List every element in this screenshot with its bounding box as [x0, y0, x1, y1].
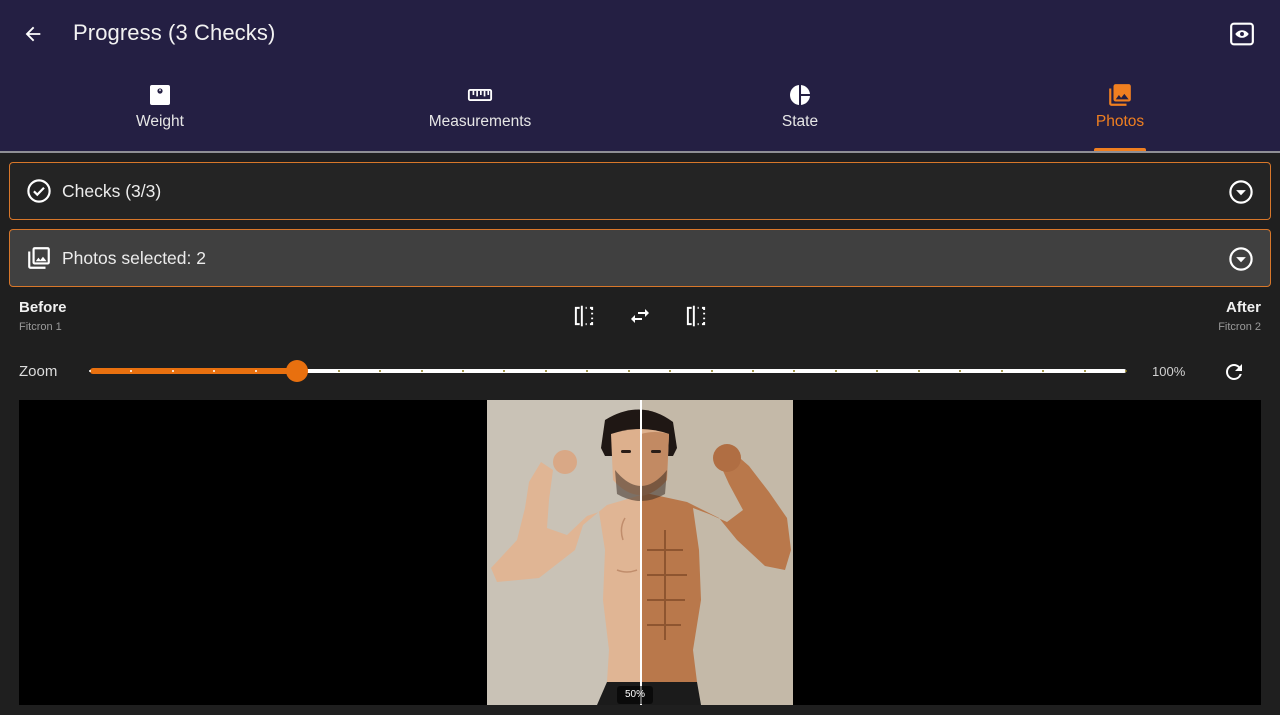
- slider-tick: [628, 370, 630, 372]
- tab-label-photos: Photos: [1095, 113, 1145, 130]
- slider-tick: [421, 370, 423, 372]
- slider-tick: [1042, 370, 1044, 372]
- swap-button[interactable]: [626, 302, 654, 330]
- photo-comparison-viewer[interactable]: 50%: [19, 400, 1261, 705]
- chevron-down-circle-icon: [1229, 247, 1253, 271]
- flip-after-button[interactable]: [682, 302, 710, 330]
- zoom-value: 100%: [1152, 364, 1186, 379]
- slider-tick: [379, 370, 381, 372]
- slider-tick: [793, 370, 795, 372]
- photos-selected-panel[interactable]: Photos selected: 2: [9, 229, 1271, 287]
- tab-weight[interactable]: Weight: [0, 72, 320, 151]
- divider: [0, 151, 1280, 153]
- slider-tick: [462, 370, 464, 372]
- after-label: After: [1225, 299, 1261, 316]
- before-photo-name: Fitcron 1: [19, 321, 62, 333]
- tab-photos[interactable]: Photos: [960, 72, 1280, 151]
- refresh-icon: [1226, 364, 1242, 380]
- tab-bar: Weight Measurements State Photos: [0, 72, 1280, 151]
- zoom-label: Zoom: [19, 363, 58, 380]
- slider-tick: [172, 370, 174, 372]
- slider-tick: [752, 370, 754, 372]
- ruler-icon: [467, 88, 493, 102]
- scale-icon: [150, 85, 170, 105]
- checks-label: Checks (3/3): [62, 180, 162, 201]
- slider-tick: [1001, 370, 1003, 372]
- tab-label-measurements: Measurements: [428, 113, 532, 130]
- photo-library-icon: [28, 247, 50, 269]
- checks-panel[interactable]: Checks (3/3): [9, 162, 1271, 220]
- tab-label-state: State: [781, 113, 819, 130]
- slider-tick: [711, 370, 713, 372]
- zoom-slider[interactable]: [89, 360, 1127, 382]
- slider-tick: [213, 370, 215, 372]
- slider-tick: [586, 370, 588, 372]
- swap-horiz-icon: [631, 309, 649, 323]
- eye-icon: [1230, 22, 1254, 46]
- slider-tick: [1125, 370, 1127, 372]
- flip-icon: [686, 305, 706, 327]
- check-circle-icon: [27, 179, 51, 203]
- slider-tick: [1084, 370, 1086, 372]
- before-label: Before: [19, 299, 67, 316]
- photo-library-icon: [1109, 84, 1131, 106]
- slider-tick: [130, 370, 132, 372]
- slider-tick: [545, 370, 547, 372]
- app-bar: Progress (3 Checks) Weight Measurements …: [0, 0, 1280, 152]
- split-divider-handle[interactable]: [640, 400, 642, 705]
- slider-tick: [255, 370, 257, 372]
- checks-expand-button[interactable]: [1228, 179, 1254, 205]
- chevron-down-circle-icon: [1229, 180, 1253, 204]
- tab-state[interactable]: State: [640, 72, 960, 151]
- flip-before-button[interactable]: [570, 302, 598, 330]
- slider-tick: [503, 370, 505, 372]
- flip-icon: [574, 305, 594, 327]
- slider-tick: [338, 370, 340, 372]
- slider-tick: [835, 370, 837, 372]
- slider-tick: [959, 370, 961, 372]
- photos-selected-label: Photos selected: 2: [62, 247, 206, 268]
- photos-expand-button[interactable]: [1228, 246, 1254, 272]
- split-percentage-label: 50%: [617, 686, 653, 704]
- back-button[interactable]: [18, 20, 48, 48]
- after-photo-name: Fitcron 2: [1218, 321, 1261, 333]
- slider-active-track: [90, 368, 297, 374]
- pie-chart-icon: [790, 85, 810, 105]
- tab-label-weight: Weight: [136, 113, 184, 130]
- slider-tick: [669, 370, 671, 372]
- slider-tick: [918, 370, 920, 372]
- slider-tick: [876, 370, 878, 372]
- page-title: Progress (3 Checks): [73, 20, 276, 45]
- slider-thumb[interactable]: [286, 360, 308, 382]
- slider-tick: [89, 370, 91, 372]
- preview-button[interactable]: [1228, 20, 1256, 48]
- arrow-left-icon: [25, 26, 41, 42]
- reset-zoom-button[interactable]: [1221, 359, 1247, 385]
- tab-measurements[interactable]: Measurements: [320, 72, 640, 151]
